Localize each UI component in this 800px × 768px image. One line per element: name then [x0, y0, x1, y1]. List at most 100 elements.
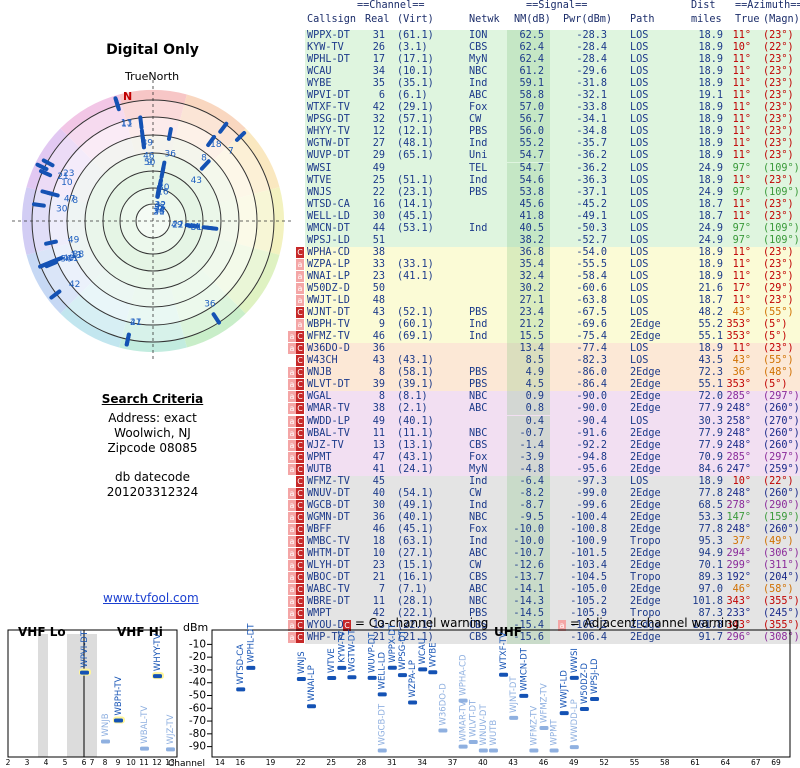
table-row[interactable]: WPHL-DT 17 (17.1) MyN 62.4 -28.4 LOS 18.9 11° (23… [305, 54, 800, 67]
nm-cell: -3.9 [519, 451, 544, 463]
azimuth-magn-cell: (48°) [763, 367, 794, 379]
table-row[interactable]: WLYH-DT 23 (15.1) CW -12.6 -103.4 2Edge 70.1 299… [288, 560, 800, 573]
nm-cell: 32.4 [519, 270, 544, 282]
virt-cell: (39.1) [397, 379, 434, 391]
table-row[interactable]: WHYY-TV 12 (12.1) PBS 56.0 -34.8 LOS 18.9 11° (23… [305, 126, 800, 139]
station-power-mark [428, 670, 438, 675]
table-row[interactable]: WNJS 22 (23.1) PBS 53.8 -37.1 LOS 24.9 97° (109°) [305, 186, 800, 199]
table-row[interactable]: WBFF 46 (45.1) Fox -10.0 -100.8 2Edge 77.8 248° (… [288, 523, 800, 536]
path-cell: 2Edge [630, 451, 661, 463]
table-row[interactable]: WTSD-CA 16 (14.1) 45.6 -45.2 LOS 18.7 11° (23°) [305, 198, 800, 211]
table-row[interactable]: WBPH-TV 9 (60.1) Ind 21.2 -69.6 2Edge 55.2 353° (… [296, 319, 800, 332]
network-cell: Ind [469, 319, 488, 331]
nm-cell: -9.5 [519, 511, 544, 523]
table-row[interactable]: WHTM-DT 10 (27.1) ABC -10.7 -101.5 2Edge 94.9 29… [288, 548, 800, 561]
table-row[interactable]: W50DZ-D 50 30.2 -60.6 LOS 21.6 17° (29°) a [296, 282, 800, 296]
azimuth-true-cell: 37° [732, 535, 751, 547]
table-row[interactable]: WTXF-TV 42 (29.1) Fox 57.0 -33.8 LOS 18.9 11° (23… [305, 102, 800, 115]
table-row[interactable]: WGAL 8 (8.1) NBC 0.9 -90.0 2Edge 72.0 285° (297°)… [288, 391, 800, 404]
azimuth-magn-cell: (22°) [763, 42, 794, 54]
table-row[interactable]: WTVE 25 (51.1) Ind 54.6 -36.3 LOS 18.9 11° (23°) [305, 174, 800, 187]
callsign-cell: WTVE [307, 174, 332, 186]
station-power-mark [499, 672, 509, 677]
table-row[interactable]: WPSJ-LD 51 38.2 -52.7 LOS 24.9 97° (109°) [305, 234, 800, 247]
y-tick-label: -90 [189, 741, 206, 753]
azimuth-magn-cell: (5°) [763, 331, 788, 343]
table-row[interactable]: WJZ-TV 13 (13.1) CBS -1.4 -92.2 2Edge 77.9 248° (… [288, 439, 800, 452]
station-power-mark [539, 725, 549, 730]
station-power-mark [387, 665, 397, 670]
table-row[interactable]: WZPA-LP 33 (33.1) 35.4 -55.5 LOS 18.9 11° (23°) a [296, 258, 800, 271]
table-row[interactable]: WPPX-DT 31 (61.1) ION 62.5 -28.3 LOS 18.9 11° (23… [305, 30, 800, 43]
spectrum-chart: VHF Lo VHF Hi UHF-10-20-30-40-50-60-70-80-… [6, 621, 791, 768]
table-row[interactable]: WABC-TV 7 (7.1) ABC -14.1 -105.0 2Edge 97.0 46° (… [288, 584, 800, 597]
adjacent-warning-icon: a [288, 560, 296, 572]
table-row[interactable]: W36DO-D 36 13.4 -77.4 LOS 18.9 11° (23°) Ca [288, 343, 800, 356]
table-row[interactable]: WGTW-DT 27 (48.1) Ind 55.2 -35.7 LOS 18.9 11° (23… [305, 138, 800, 151]
azimuth-magn-cell: (23°) [763, 150, 794, 162]
table-row[interactable]: WBOC-DT 21 (16.1) CBS -13.7 -104.5 Tropo 89.3 19… [288, 572, 800, 585]
table-row[interactable]: KYW-TV 26 (3.1) CBS 62.4 -28.4 LOS 18.9 10° (22°) [305, 42, 800, 55]
website-link[interactable]: www.tvfool.com [103, 591, 199, 605]
station-power-mark [488, 748, 498, 753]
table-row[interactable]: WBAL-TV 11 (11.1) NBC -0.7 -91.6 2Edge 77.9 248°… [288, 427, 800, 440]
callsign-cell: WPHA-CD [307, 246, 350, 258]
station-channel-label: 26 [153, 207, 165, 217]
table-row[interactable]: WWDD-LP 49 (40.1) 0.4 -90.4 LOS 30.3 258° (270°)… [288, 415, 800, 428]
real-cell: 9 [378, 319, 385, 331]
pwr-cell: -90.0 [576, 403, 607, 415]
table-row[interactable]: WWSI 49 TEL 54.7 -36.2 LOS 24.9 97° (109°) [305, 162, 800, 175]
path-cell: LOS [630, 174, 649, 186]
network-cell: Ind [469, 78, 488, 90]
network-cell: Fox [469, 102, 488, 114]
real-cell: 7 [378, 584, 385, 596]
real-cell: 50 [372, 282, 385, 294]
table-row[interactable]: WUTB 41 (24.1) MyN -4.8 -95.6 2Edge 84.6 247° (25… [288, 463, 800, 476]
table-row[interactable]: WUVP-DT 29 (65.1) Uni 54.7 -36.2 LOS 18.9 11° (23… [305, 150, 800, 163]
table-row[interactable]: WGCB-DT 30 (49.1) Ind -8.7 -99.6 2Edge 68.5 278°… [288, 499, 800, 512]
real-cell: 29 [372, 150, 385, 162]
table-row[interactable]: WPVI-DT 6 (6.1) ABC 58.8 -32.1 LOS 19.1 11° (23°) [305, 90, 800, 103]
table-row[interactable]: WPMT 47 (43.1) Fox -3.9 -94.8 2Edge 70.9 285° (29… [288, 451, 800, 464]
table-row[interactable]: WMBC-TV 18 (63.1) Ind -10.0 -100.9 Tropo 95.3 37… [288, 535, 800, 549]
cochannel-warning-icon: C [296, 415, 304, 427]
real-cell: 35 [372, 78, 385, 90]
real-cell: 34 [372, 66, 385, 78]
table-row[interactable]: WFMZ-TV 45 Ind -6.4 -97.3 LOS 18.9 10° (22°) C [296, 475, 800, 488]
azimuth-true-cell: 46° [732, 584, 751, 596]
table-row[interactable]: WGMN-DT 36 (40.1) NBC -9.5 -100.4 2Edge 53.3 147… [288, 511, 800, 524]
table-row[interactable]: WNJB 8 (58.1) PBS 4.9 -86.0 2Edge 72.3 36° (48°) C… [288, 367, 800, 380]
virt-cell: (69.1) [397, 331, 434, 343]
table-row[interactable]: W43CH 43 (43.1) 8.5 -82.3 LOS 43.5 43° (55°) C [296, 355, 800, 368]
signal-group-header: ==Signal== [526, 0, 588, 11]
table-row[interactable]: WBRE-DT 11 (28.1) NBC -14.3 -105.2 2Edge 101.8 3… [288, 596, 800, 609]
path-cell: Tropo [630, 572, 661, 584]
real-cell: 11 [372, 596, 385, 608]
table-row[interactable]: WJNT-DT 43 (52.1) PBS 23.4 -67.5 LOS 48.2 43° (55… [296, 307, 800, 320]
callsign-header: Callsign [307, 14, 357, 25]
azimuth-true-cell: 247° [726, 463, 751, 475]
table-row[interactable]: WMAR-TV 38 (2.1) ABC 0.8 -90.0 2Edge 77.9 248° (2… [288, 403, 800, 416]
network-cell: Ind [469, 138, 488, 150]
table-row[interactable]: WELL-LD 30 (45.1) 41.8 -49.1 LOS 18.7 11° (23°) [305, 210, 800, 223]
table-row[interactable]: WCAU 34 (10.1) NBC 61.2 -29.6 LOS 18.9 11° (23°) [305, 66, 800, 79]
table-row[interactable]: WPHA-CD 38 36.8 -54.0 LOS 18.9 11° (23°) C [296, 246, 800, 259]
dist-cell: 55.1 [698, 379, 723, 391]
table-row[interactable]: WFMZ-TV 46 (69.1) Ind 15.5 -75.4 2Edge 55.1 353°… [288, 331, 800, 344]
callsign-cell: WGCB-DT [307, 499, 350, 511]
table-row[interactable]: WWJT-LD 48 27.1 -63.8 LOS 18.7 11° (23°) a [296, 295, 800, 308]
table-row[interactable]: WLVT-DT 39 (39.1) PBS 4.5 -86.4 2Edge 55.1 353° (… [288, 379, 800, 392]
pwr-cell: -60.6 [576, 282, 607, 294]
station-power-label: WNAI-LP [307, 665, 317, 701]
path-cell: LOS [630, 162, 649, 174]
table-row[interactable]: WPSG-DT 32 (57.1) CW 56.7 -34.1 LOS 18.9 11° (23°… [305, 114, 800, 127]
table-row[interactable]: WYBE 35 (35.1) Ind 59.1 -31.8 LOS 18.9 11° (23°) [305, 78, 800, 91]
table-row[interactable]: WMCN-DT 44 (53.1) Ind 40.5 -50.3 LOS 24.9 97° (10… [305, 222, 800, 235]
cochannel-warning-icon: C [296, 596, 304, 608]
azimuth-magn-cell: (23°) [763, 54, 794, 66]
station-power-label: WNUV-DT [479, 704, 489, 746]
table-row[interactable]: WNUV-DT 40 (54.1) CW -8.2 -99.0 2Edge 77.8 248° (… [288, 487, 800, 500]
pwr-cell: -97.3 [576, 475, 607, 487]
adjacent-warning-icon: a [288, 415, 296, 427]
table-row[interactable]: WNAI-LP 23 (41.1) 32.4 -58.4 LOS 18.9 11° (23°) a [296, 270, 800, 283]
